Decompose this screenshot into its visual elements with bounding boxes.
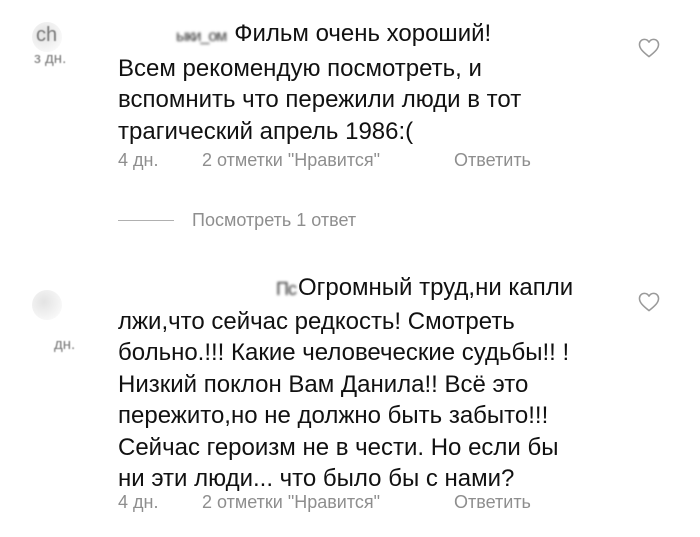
avatar[interactable]: ch з дн. bbox=[26, 18, 96, 68]
reply-button[interactable]: Ответить bbox=[454, 492, 531, 513]
comment-time: 4 дн. bbox=[118, 150, 159, 170]
comment-username[interactable]: Пс bbox=[276, 274, 297, 306]
comment-text-line: пережито,но не должно быть забыто!!! bbox=[118, 402, 549, 429]
comment-text-line: Сейчас героизм не в чести. Но если бы bbox=[118, 433, 559, 461]
comment-text-line: Огромный труд,ни капли bbox=[297, 274, 574, 301]
comment-text-line: трагический апрель 1986:( bbox=[118, 117, 414, 145]
likes-count-link[interactable]: 2 отметки "Нравится" bbox=[202, 492, 380, 513]
replies-divider bbox=[118, 220, 174, 221]
comment-text-line: Фильм очень хороший! bbox=[234, 20, 492, 47]
comment-text-line: вспомнить что пережили люди в тот bbox=[118, 86, 522, 113]
comment-meta: 4 дн. 2 отметки "Нравится" Ответить bbox=[118, 492, 598, 516]
comment-text-line: Низкий поклон Вам Данила!! Всё это bbox=[118, 370, 529, 398]
comment-body: ыки_ом Фильм очень хороший! Всем рекоменд… bbox=[118, 18, 618, 147]
comment-text-line: больно.!!! Какие человеческие судьбы!! ! bbox=[118, 339, 570, 366]
comment-text-line: Всем рекомендую посмотреть, и bbox=[118, 54, 482, 82]
heart-outline-icon[interactable] bbox=[638, 292, 660, 312]
comment-body: ПсОгромный труд,ни капли лжи,что сейчас … bbox=[118, 272, 618, 495]
comment-item: ch з дн. ыки_ом Фильм очень хороший! Всем… bbox=[0, 0, 700, 240]
comment-time: 4 дн. bbox=[118, 492, 159, 512]
comment-text-line: лжи,что сейчас редкость! Смотреть bbox=[118, 307, 515, 335]
comment-time-blurred: з дн. bbox=[34, 50, 67, 67]
comment-meta: 4 дн. 2 отметки "Нравится" Ответить bbox=[118, 150, 598, 174]
comment-time-blurred: дн. bbox=[54, 336, 76, 353]
likes-count-link[interactable]: 2 отметки "Нравится" bbox=[202, 150, 380, 171]
comment-username[interactable]: ыки_ом bbox=[176, 21, 227, 53]
comment-item: дн. ПсОгромный труд,ни капли лжи,что сей… bbox=[0, 260, 700, 537]
avatar-initials: ch bbox=[36, 24, 58, 46]
view-replies-label[interactable]: Посмотреть 1 ответ bbox=[192, 210, 356, 231]
heart-outline-icon[interactable] bbox=[638, 38, 660, 58]
avatar[interactable]: дн. bbox=[26, 280, 96, 360]
reply-button[interactable]: Ответить bbox=[454, 150, 531, 171]
comment-text-line: ни эти люди... что было бы с нами? bbox=[118, 465, 515, 492]
